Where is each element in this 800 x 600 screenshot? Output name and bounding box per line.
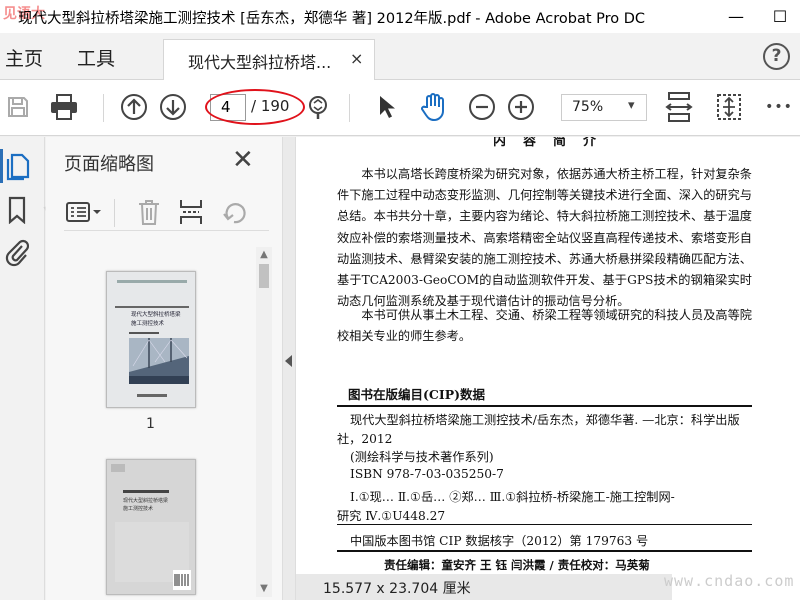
fit-page-icon[interactable] bbox=[664, 92, 694, 122]
thumbnail-panel: 页面缩略图 ✕ 现代大型斜拉桥塔梁 施工测控技术 1 现代大型斜拉桥塔梁 施工测… bbox=[46, 137, 282, 600]
active-indicator bbox=[0, 149, 3, 183]
maximize-button[interactable]: ☐ bbox=[760, 0, 800, 33]
intro-paragraph-2: 本书可供从事土木工程、交通、桥梁工程等领域研究的科技人员及高等院校相关专业的师生… bbox=[337, 308, 752, 344]
cip-rule bbox=[337, 405, 752, 407]
print-icon[interactable] bbox=[49, 92, 79, 122]
help-button[interactable]: ? bbox=[763, 43, 790, 70]
toolbar-separator bbox=[349, 94, 350, 122]
scroll-up-arrow[interactable]: ▲ bbox=[256, 249, 272, 260]
rotate-page-icon[interactable] bbox=[220, 197, 250, 227]
thumbnail-options-icon[interactable] bbox=[64, 197, 104, 227]
cip-line: 中国版本图书馆 CIP 数据核字（2012）第 179763 号 bbox=[350, 534, 649, 548]
panel-toolbar bbox=[64, 195, 269, 231]
left-rail: 见 bbox=[0, 137, 98, 600]
minimize-button[interactable]: — bbox=[716, 0, 756, 33]
document-tab[interactable]: 现代大型斜拉桥塔... × bbox=[163, 39, 375, 81]
collapse-panel-icon[interactable] bbox=[285, 355, 292, 367]
page-thumbnail-1[interactable]: 现代大型斜拉桥塔梁 施工测控技术 bbox=[106, 271, 196, 408]
watermark-bottom: www.cndao.com bbox=[664, 572, 795, 590]
extract-page-icon[interactable] bbox=[176, 197, 206, 227]
thumbnail-scrollbar[interactable]: ▲ ▼ bbox=[256, 247, 272, 597]
status-bar: 15.577 x 23.704 厘米 bbox=[296, 574, 672, 600]
more-tools-icon[interactable]: ••• bbox=[764, 92, 794, 122]
title-bar: 见语大 现代大型斜拉桥塔梁施工测控技术 [岳东杰，郑德华 著] 2012年版.p… bbox=[0, 0, 800, 33]
cover2-title-2: 施工测控技术 bbox=[123, 505, 153, 512]
cip-rule bbox=[337, 524, 752, 525]
page-thumbnails-icon[interactable] bbox=[4, 151, 34, 181]
page-size-readout: 15.577 x 23.704 厘米 bbox=[323, 581, 471, 597]
delete-page-icon[interactable] bbox=[134, 197, 164, 227]
select-tool-icon[interactable] bbox=[371, 92, 401, 122]
bookmark-icon[interactable] bbox=[2, 195, 32, 225]
toolbar: 4 / 190 75% ▾ ••• bbox=[0, 80, 800, 136]
annotation-ellipse bbox=[205, 89, 305, 125]
document-view[interactable]: 内容简介 本书以高塔长跨度桥梁为研究对象，依据苏通大桥主桥工程，针对复杂条件下施… bbox=[296, 137, 800, 600]
cover2-title-1: 现代大型斜拉桥塔梁 bbox=[123, 497, 168, 504]
cover-title-1: 现代大型斜拉桥塔梁 bbox=[131, 310, 181, 318]
save-icon[interactable] bbox=[3, 92, 33, 122]
panel-title: 页面缩略图 bbox=[64, 154, 154, 175]
zoom-page-icon[interactable] bbox=[303, 92, 333, 122]
attachment-icon[interactable] bbox=[2, 237, 32, 267]
editors-line: 责任编辑：童安齐 王 钰 闫洪霞 / 责任校对：马英菊 bbox=[384, 558, 650, 572]
menu-row: 主页 工具 现代大型斜拉桥塔... × ? bbox=[0, 33, 800, 81]
zoom-out-icon[interactable] bbox=[467, 92, 497, 122]
chevron-down-icon: ▾ bbox=[628, 98, 635, 113]
cip-line: ISBN 978-7-03-035250-7 bbox=[350, 467, 504, 481]
cip-line: 社，2012 bbox=[337, 432, 393, 446]
intro-paragraph: 本书以高塔长跨度桥梁为研究对象，依据苏通大桥主桥工程，针对复杂条件下施工过程中动… bbox=[337, 167, 752, 309]
cover-title-2: 施工测控技术 bbox=[131, 319, 165, 327]
zoom-value: 75% bbox=[572, 99, 604, 115]
scroll-down-arrow[interactable]: ▼ bbox=[256, 583, 272, 594]
window-title: 现代大型斜拉桥塔梁施工测控技术 [岳东杰，郑德华 著] 2012年版.pdf -… bbox=[18, 11, 646, 27]
cip-rule bbox=[337, 550, 752, 552]
intro-heading: 内容简介 bbox=[493, 137, 614, 149]
previous-page-icon[interactable] bbox=[119, 92, 149, 122]
panel-close-icon[interactable]: ✕ bbox=[232, 145, 254, 175]
panel-separator bbox=[114, 199, 115, 227]
cip-line: 研究 Ⅳ.①U448.27 bbox=[337, 509, 446, 523]
cip-line: Ⅰ.①现… Ⅱ.①岳… ②郑… Ⅲ.①斜拉桥-桥梁施工-施工控制网- bbox=[350, 490, 675, 504]
nav-home[interactable]: 主页 bbox=[5, 44, 43, 71]
nav-tools[interactable]: 工具 bbox=[77, 44, 115, 71]
toolbar-separator bbox=[103, 94, 104, 122]
cip-title: 图书在版编目(CIP)数据 bbox=[348, 387, 486, 402]
page-thumbnail-2[interactable]: 现代大型斜拉桥塔梁 施工测控技术 bbox=[106, 459, 196, 595]
scroll-thumb[interactable] bbox=[259, 264, 269, 288]
thumbnail-1-label: 1 bbox=[146, 416, 155, 432]
cip-line: (测绘科学与技术著作系列) bbox=[350, 450, 494, 464]
zoom-in-icon[interactable] bbox=[506, 92, 536, 122]
cip-line: 现代大型斜拉桥塔梁施工测控技术/岳东杰，郑德华著. —北京：科学出版 bbox=[350, 413, 740, 427]
zoom-select[interactable]: 75% ▾ bbox=[561, 94, 647, 121]
hand-tool-icon[interactable] bbox=[418, 92, 448, 122]
scroll-mode-icon[interactable] bbox=[714, 92, 744, 122]
document-tab-close-icon[interactable]: × bbox=[350, 49, 363, 68]
document-tab-label: 现代大型斜拉桥塔... bbox=[188, 53, 332, 72]
next-page-icon[interactable] bbox=[158, 92, 188, 122]
panel-divider[interactable] bbox=[282, 137, 296, 600]
